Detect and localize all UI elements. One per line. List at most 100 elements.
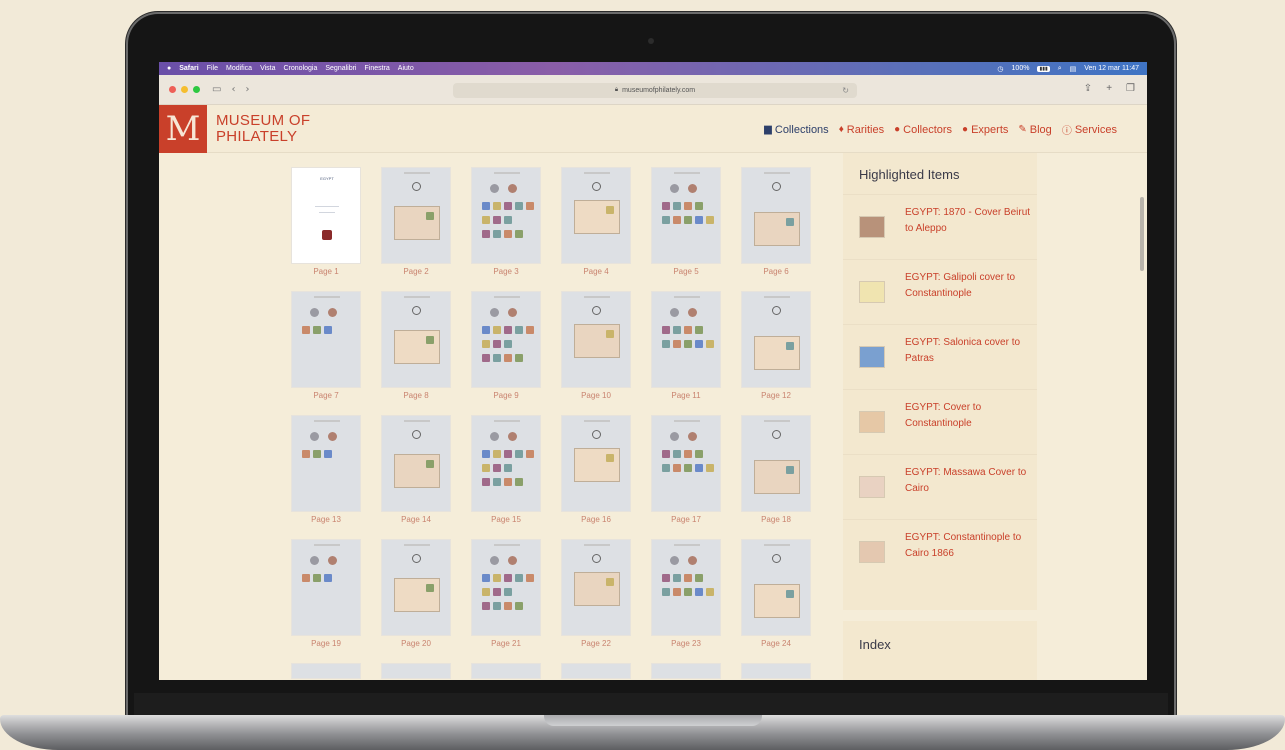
highlighted-item[interactable]: EGYPT: Galipoli cover to Constantinople [843,259,1037,324]
page-thumbnail[interactable] [291,415,361,512]
page-scrollbar[interactable] [1140,197,1144,271]
page-thumbnail[interactable] [741,663,811,679]
page-thumbnail[interactable] [651,539,721,636]
sidebar-toggle-icon[interactable]: ▭ [212,84,221,95]
item-thumbnail[interactable] [859,346,885,368]
page-thumbnail-label[interactable]: Page 4 [561,267,631,276]
datetime[interactable]: Ven 12 mar 11:47 [1084,65,1139,72]
page-thumbnail[interactable]: EGYPT ―――――― ―――― [291,167,361,264]
page-thumbnail[interactable] [381,663,451,679]
page-thumbnail-label[interactable]: Page 9 [471,391,541,400]
page-thumbnail[interactable] [651,663,721,679]
menu-aiuto[interactable]: Aiuto [398,65,414,72]
page-thumbnail-label[interactable]: Page 16 [561,515,631,524]
nav-blog[interactable]: ✎ Blog [1018,122,1051,137]
item-thumbnail[interactable] [859,476,885,498]
page-thumbnail[interactable] [291,291,361,388]
item-thumbnail[interactable] [859,281,885,303]
page-thumbnail[interactable] [561,291,631,388]
page-thumbnail-label[interactable]: Page 11 [651,391,721,400]
page-thumbnail-label[interactable]: Page 22 [561,639,631,648]
page-thumbnail[interactable] [471,539,541,636]
menu-cronologia[interactable]: Cronologia [284,65,318,72]
page-thumbnail[interactable] [291,539,361,636]
page-thumbnail-label[interactable]: Page 2 [381,267,451,276]
site-title[interactable]: MUSEUM OF PHILATELY [216,113,310,145]
share-icon[interactable]: ⇪ [1084,83,1092,94]
page-thumbnail[interactable] [471,415,541,512]
back-icon[interactable]: ‹ [231,84,235,95]
battery-icon[interactable]: ▮▮▮ [1037,65,1050,72]
page-thumbnail-label[interactable]: Page 12 [741,391,811,400]
highlighted-item-title[interactable]: EGYPT: 1870 - Cover Beirut to Aleppo [905,205,1031,237]
highlighted-item-title[interactable]: EGYPT: Galipoli cover to Constantinople [905,270,1031,302]
page-thumbnail-label[interactable]: Page 7 [291,391,361,400]
menu-vista[interactable]: Vista [260,65,275,72]
page-thumbnail-label[interactable]: Page 19 [291,639,361,648]
page-thumbnail-label[interactable]: Page 1 [291,267,361,276]
highlighted-item[interactable]: EGYPT: Cover to Constantinople [843,389,1037,454]
page-thumbnail[interactable] [561,539,631,636]
nav-rarities[interactable]: ♦ Rarities [839,122,884,137]
reload-icon[interactable]: ↻ [842,86,849,95]
highlighted-item[interactable]: EGYPT: Constantinople to Cairo 1866 [843,519,1037,584]
nav-collectors[interactable]: ● Collectors [894,122,952,137]
search-icon[interactable]: ⌕ [1058,65,1062,73]
menu-modifica[interactable]: Modifica [226,65,252,72]
new-tab-icon[interactable]: + [1106,83,1112,94]
menu-safari[interactable]: Safari [179,65,198,72]
tabs-overview-icon[interactable]: ❐ [1126,83,1135,94]
highlighted-item-title[interactable]: EGYPT: Salonica cover to Patras [905,335,1031,367]
page-thumbnail-label[interactable]: Page 18 [741,515,811,524]
page-thumbnail-label[interactable]: Page 5 [651,267,721,276]
page-thumbnail[interactable] [741,539,811,636]
page-thumbnail[interactable] [741,291,811,388]
page-thumbnail-label[interactable]: Page 3 [471,267,541,276]
close-window-icon[interactable] [169,86,176,93]
page-thumbnail[interactable] [381,167,451,264]
page-thumbnail-label[interactable]: Page 15 [471,515,541,524]
clock-icon[interactable]: ◷ [997,65,1003,73]
highlighted-item[interactable]: EGYPT: Salonica cover to Patras [843,324,1037,389]
highlighted-item-title[interactable]: EGYPT: Cover to Constantinople [905,400,1031,432]
forward-icon[interactable]: › [245,84,249,95]
item-thumbnail[interactable] [859,216,885,238]
apple-icon[interactable]: ● [167,65,171,72]
item-thumbnail[interactable] [859,411,885,433]
highlighted-item[interactable]: EGYPT: 1870 - Cover Beirut to Aleppo [843,194,1037,259]
page-thumbnail[interactable] [651,415,721,512]
page-thumbnail[interactable] [651,291,721,388]
page-thumbnail[interactable] [381,539,451,636]
page-thumbnail-label[interactable]: Page 10 [561,391,631,400]
minimize-window-icon[interactable] [181,86,188,93]
nav-collections[interactable]: ▆ Collections [764,122,829,137]
page-thumbnail[interactable] [291,663,361,679]
highlighted-item[interactable]: EGYPT: Massawa Cover to Cairo [843,454,1037,519]
site-logo[interactable]: M [159,105,207,153]
address-bar[interactable]: 🔒︎ museumofphilately.com ↻ [453,83,857,98]
page-thumbnail-label[interactable]: Page 23 [651,639,721,648]
page-thumbnail-label[interactable]: Page 8 [381,391,451,400]
page-thumbnail[interactable] [651,167,721,264]
zoom-window-icon[interactable] [193,86,200,93]
item-thumbnail[interactable] [859,541,885,563]
page-thumbnail[interactable] [381,291,451,388]
page-thumbnail-label[interactable]: Page 24 [741,639,811,648]
page-thumbnail-label[interactable]: Page 13 [291,515,361,524]
control-center-icon[interactable]: ▤ [1070,65,1077,73]
nav-experts[interactable]: ● Experts [962,122,1008,137]
menu-finestra[interactable]: Finestra [365,65,390,72]
page-thumbnail[interactable] [471,663,541,679]
page-thumbnail[interactable] [561,415,631,512]
page-thumbnail[interactable] [381,415,451,512]
highlighted-item-title[interactable]: EGYPT: Massawa Cover to Cairo [905,465,1031,497]
page-thumbnail-label[interactable]: Page 21 [471,639,541,648]
menu-file[interactable]: File [207,65,218,72]
page-thumbnail[interactable] [561,663,631,679]
page-thumbnail-label[interactable]: Page 17 [651,515,721,524]
menu-segnalibri[interactable]: Segnalibri [325,65,356,72]
page-thumbnail[interactable] [741,167,811,264]
page-thumbnail-label[interactable]: Page 20 [381,639,451,648]
page-thumbnail[interactable] [561,167,631,264]
page-thumbnail-label[interactable]: Page 14 [381,515,451,524]
